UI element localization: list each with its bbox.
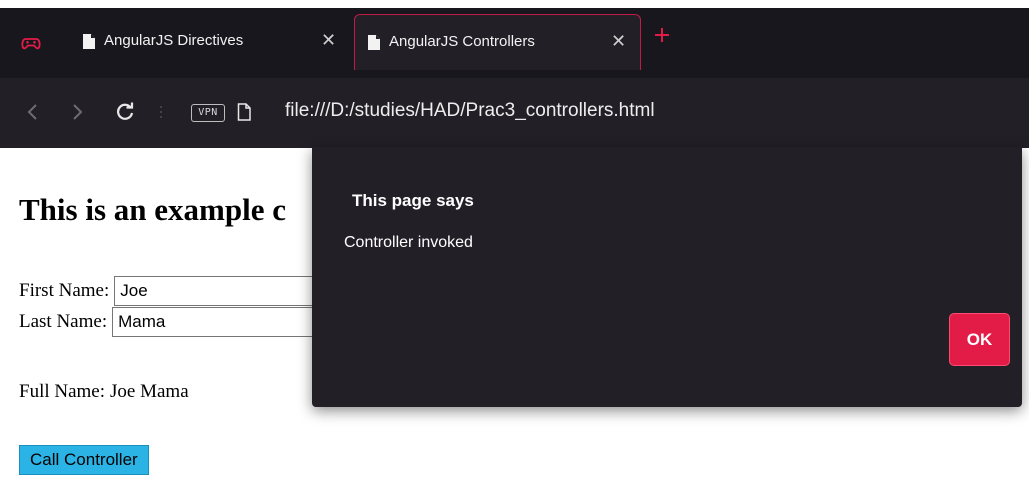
tab-angularjs-directives[interactable]: AngularJS Directives ✕	[66, 14, 351, 70]
page-icon[interactable]	[237, 103, 251, 121]
forward-arrow-icon[interactable]	[66, 101, 88, 123]
window-top-edge	[0, 0, 1029, 8]
document-icon	[83, 34, 95, 49]
call-controller-button[interactable]: Call Controller	[19, 445, 149, 475]
last-name-row: Last Name:	[19, 307, 353, 337]
full-name-value: Joe Mama	[110, 381, 189, 402]
close-tab-icon[interactable]: ✕	[611, 31, 626, 51]
plus-icon[interactable]	[654, 27, 670, 43]
reload-icon[interactable]	[114, 101, 136, 123]
vpn-badge[interactable]: VPN	[191, 104, 225, 122]
tab-angularjs-controllers[interactable]: AngularJS Controllers ✕	[354, 14, 641, 70]
first-name-label: First Name:	[19, 280, 110, 301]
page-heading: This is an example c	[19, 192, 286, 227]
full-name-label: Full Name:	[19, 381, 106, 402]
url-field[interactable]: file:///D:/studies/HAD/Prac3_controllers…	[285, 100, 655, 122]
tab-title: AngularJS Directives	[104, 32, 244, 49]
dialog-message: Controller invoked	[344, 234, 473, 251]
last-name-label: Last Name:	[19, 311, 108, 332]
ok-button[interactable]: OK	[949, 313, 1010, 366]
dialog-title: This page says	[352, 191, 474, 210]
back-arrow-icon[interactable]	[22, 101, 44, 123]
gamepad-logo-icon[interactable]	[20, 32, 42, 54]
document-icon	[368, 35, 380, 50]
alert-dialog: This page says Controller invoked OK	[312, 147, 1022, 407]
close-tab-icon[interactable]: ✕	[321, 30, 336, 50]
toolbar-separator	[160, 106, 162, 118]
first-name-row: First Name:	[19, 276, 355, 306]
tab-title: AngularJS Controllers	[389, 33, 535, 50]
full-name-text: Full Name: Joe Mama	[19, 381, 189, 403]
